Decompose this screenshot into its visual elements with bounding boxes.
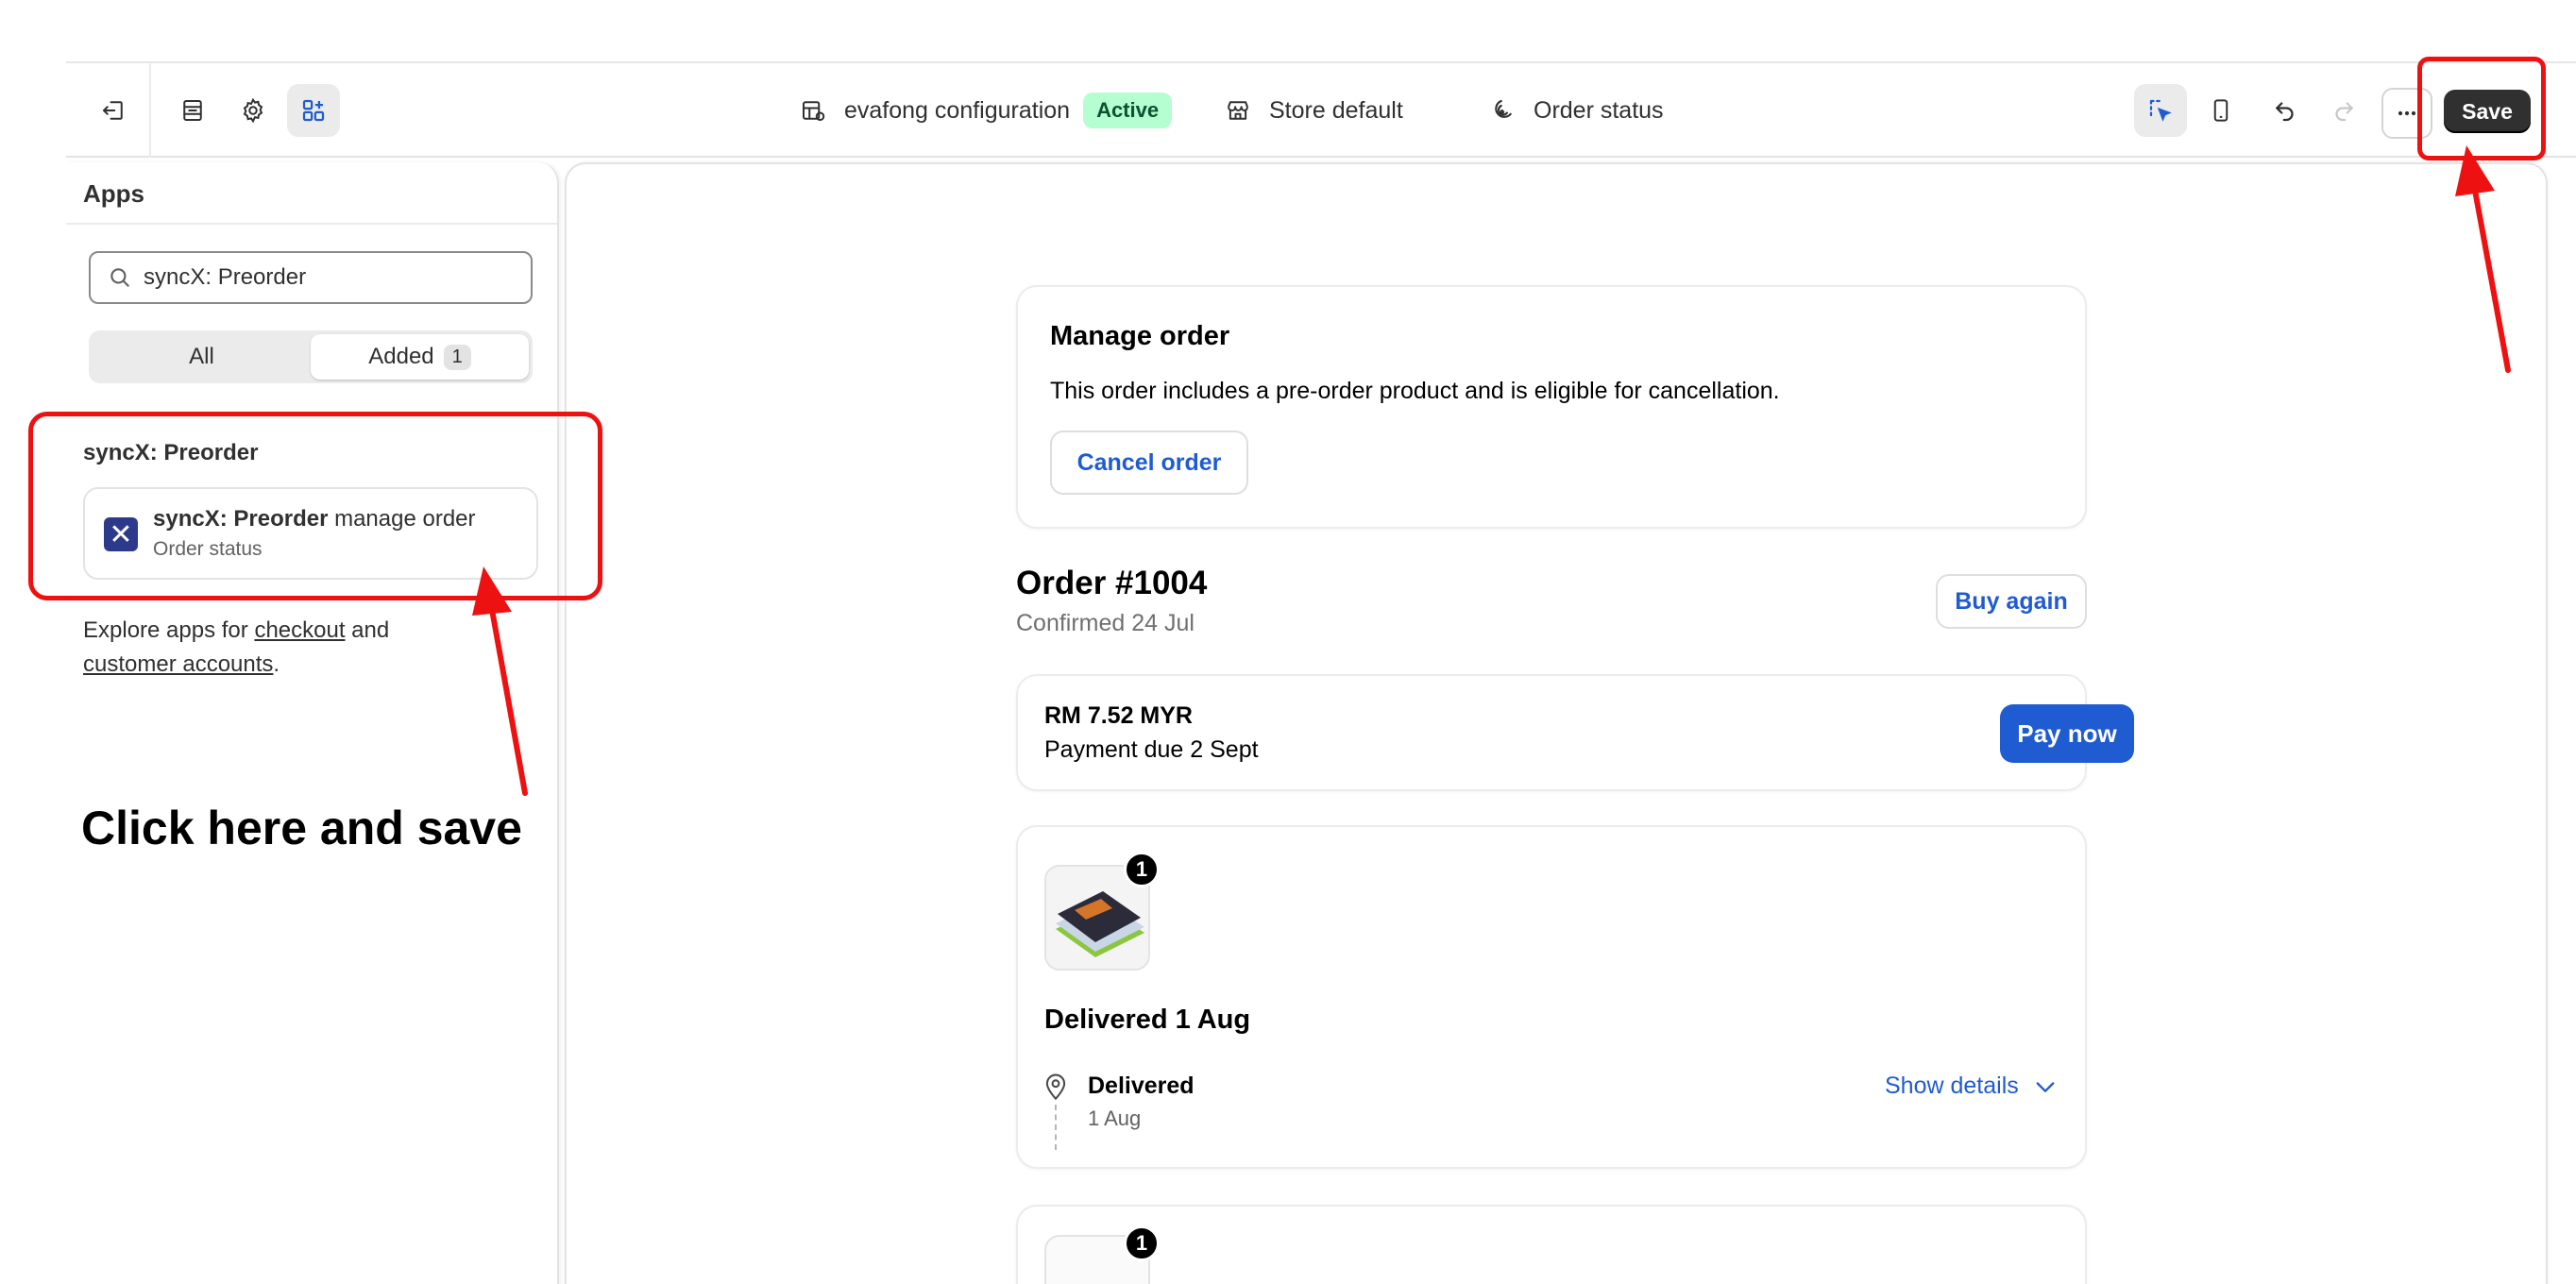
filter-segmented-control: All Added 1 <box>89 330 533 383</box>
page-name: Order status <box>1534 96 1664 124</box>
filter-all-label: All <box>189 344 214 369</box>
order-title: Order #1004 <box>1016 565 1208 601</box>
apps-button[interactable] <box>287 84 340 137</box>
store-name: Store default <box>1269 96 1403 124</box>
buy-again-button[interactable]: Buy again <box>1936 574 2087 629</box>
explore-suffix: . <box>273 651 280 677</box>
redo-icon <box>2335 102 2353 122</box>
toolbar-divider <box>149 63 151 158</box>
quantity-badge: 1 <box>1124 852 1160 887</box>
undo-button[interactable] <box>2259 84 2312 137</box>
sections-button[interactable] <box>166 84 219 137</box>
more-actions-button[interactable] <box>2381 88 2432 139</box>
search-input[interactable]: syncX: Preorder <box>89 251 533 304</box>
store-icon <box>1228 101 1248 120</box>
location-pin-icon <box>1045 1073 1066 1101</box>
customer-accounts-link[interactable]: customer accounts <box>83 651 273 677</box>
payment-card: RM 7.52 MYR Payment due 2 Sept Pay now <box>1016 674 2134 791</box>
chevron-down-icon <box>2036 1081 2055 1092</box>
app-block-card[interactable]: ✕ syncX: Preorder manage order Order sta… <box>83 487 538 580</box>
configuration-name: evafong configuration <box>844 96 1071 124</box>
apps-icon <box>302 99 325 122</box>
show-details-label: Show details <box>1885 1073 2019 1099</box>
filter-added-label: Added <box>368 344 434 369</box>
fulfillment-title: Delivered 1 Aug <box>1044 1005 1251 1035</box>
search-icon <box>110 268 129 287</box>
manage-order-title: Manage order <box>1050 321 1230 351</box>
pay-now-button[interactable]: Pay now <box>2000 704 2134 763</box>
redo-button[interactable] <box>2317 84 2370 137</box>
show-details-toggle[interactable]: Show details <box>1885 1073 2059 1100</box>
search-value: syncX: Preorder <box>144 264 307 290</box>
app-block-name: syncX: Preorder manage order <box>153 506 476 532</box>
sections-icon <box>183 100 202 121</box>
mobile-icon <box>2213 99 2229 122</box>
filter-all-tab[interactable]: All <box>93 334 311 380</box>
save-button[interactable]: Save <box>2444 90 2531 133</box>
apps-panel: Apps syncX: Preorder All Added 1 syncX: … <box>66 162 559 1284</box>
order-status-icon <box>1495 99 1512 118</box>
order-confirmed-date: Confirmed 24 Jul <box>1016 610 1195 636</box>
app-name-rest: manage order <box>328 506 476 532</box>
explore-prefix: Explore apps for <box>83 617 255 643</box>
more-horizontal-icon <box>2398 110 2416 116</box>
app-group-title: syncX: Preorder <box>83 440 259 465</box>
inspector-button[interactable] <box>2134 84 2187 137</box>
explore-middle: and <box>345 617 390 643</box>
syncx-logo-icon: ✕ <box>104 517 138 551</box>
app-block-subtitle: Order status <box>153 538 263 560</box>
editor-toolbar: evafong configuration Active Store defau… <box>66 61 2576 158</box>
store-config-icon <box>803 101 825 121</box>
fulfillment-card: 1 Delivered 1 Aug Delivered 1 Aug Show d… <box>1016 825 2087 1169</box>
delivery-status: Delivered <box>1088 1073 1195 1099</box>
configuration-selector[interactable]: evafong configuration Active <box>799 63 1173 158</box>
timeline-line <box>1055 1105 1057 1150</box>
payment-amount: RM 7.52 MYR <box>1044 702 1193 729</box>
delivery-date: 1 Aug <box>1088 1107 1142 1130</box>
exit-button[interactable] <box>87 84 140 137</box>
select-cursor-icon <box>2149 99 2172 122</box>
page-selector[interactable]: Order status <box>1488 63 1664 158</box>
cancel-order-button[interactable]: Cancel order <box>1050 431 1248 495</box>
next-fulfillment-card: 1 <box>1016 1205 2087 1284</box>
manage-order-text: This order includes a pre-order product … <box>1050 378 1780 404</box>
settings-button[interactable] <box>227 84 280 137</box>
annotation-instruction: Click here and save <box>81 802 522 854</box>
next-quantity-badge: 1 <box>1124 1225 1160 1261</box>
exit-icon <box>103 101 123 120</box>
app-name-bold: syncX: Preorder <box>153 506 329 532</box>
added-count-badge: 1 <box>443 344 471 370</box>
payment-due: Payment due 2 Sept <box>1044 736 1259 763</box>
status-badge: Active <box>1083 93 1173 128</box>
manage-order-card: Manage order This order includes a pre-o… <box>1016 285 2087 529</box>
undo-icon <box>2276 102 2294 122</box>
panel-divider <box>66 223 557 225</box>
filter-added-tab[interactable]: Added 1 <box>311 334 529 380</box>
panel-title: Apps <box>83 179 144 208</box>
explore-apps-text: Explore apps for checkout and customer a… <box>83 614 461 682</box>
checkout-link[interactable]: checkout <box>254 617 345 643</box>
device-preview-button[interactable] <box>2195 84 2247 137</box>
store-selector[interactable]: Store default <box>1224 63 1403 158</box>
gear-icon <box>243 97 263 124</box>
